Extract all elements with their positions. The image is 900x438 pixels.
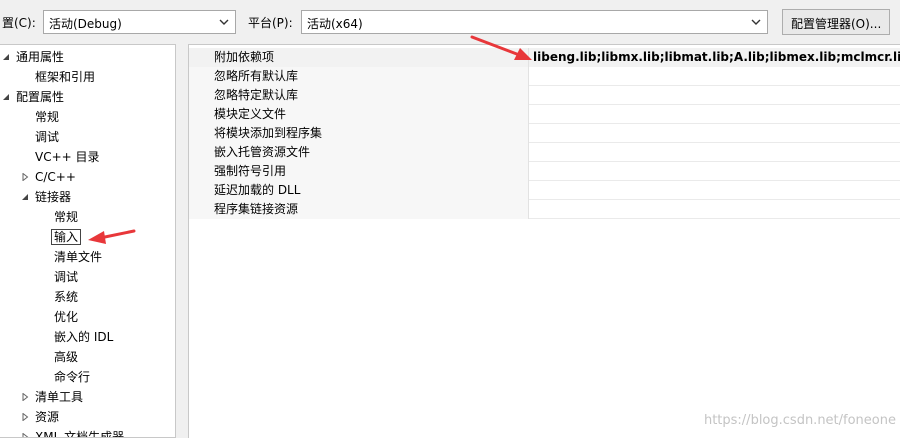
grid-row-embed-managed-resource-file[interactable]: 嵌入托管资源文件 bbox=[189, 143, 900, 162]
configuration-manager-button[interactable]: 配置管理器(O)... bbox=[782, 9, 890, 35]
tree-item-command-line[interactable]: 命令行 bbox=[54, 368, 90, 386]
tree-item-linker-debugging[interactable]: 调试 bbox=[54, 268, 78, 286]
annotation-arrow-icon bbox=[88, 229, 136, 244]
tree-item-label: VC++ 目录 bbox=[35, 150, 100, 164]
tree-item-label: 通用属性 bbox=[16, 50, 65, 64]
tree-item-xml-doc-generator[interactable]: XML 文档生成器 bbox=[19, 428, 125, 438]
tree-item-embedded-idl[interactable]: 嵌入的 IDL bbox=[54, 328, 113, 346]
tree-item-general[interactable]: 常规 bbox=[35, 108, 59, 126]
tree-item-label: 资源 bbox=[35, 410, 60, 424]
tree-item-c-cpp[interactable]: C/C++ bbox=[19, 168, 76, 186]
toolbar: 置(C): 活动(Debug) 平台(P): 活动(x64) 配置管理器(O).… bbox=[0, 0, 900, 44]
property-value[interactable] bbox=[529, 105, 900, 124]
tree-item-label: 系统 bbox=[54, 290, 79, 304]
tree-item-label: C/C++ bbox=[35, 170, 76, 184]
tree-item-configuration-properties[interactable]: 配置属性 bbox=[0, 88, 64, 106]
grid-row-force-symbol-references[interactable]: 强制符号引用 bbox=[189, 162, 900, 181]
tree-item-manifest-file[interactable]: 清单文件 bbox=[54, 248, 102, 266]
tree-item-debugging[interactable]: 调试 bbox=[35, 128, 59, 146]
grid-row-additional-dependencies[interactable]: 附加依赖项 libeng.lib;libmx.lib;libmat.lib;A.… bbox=[189, 48, 900, 67]
property-name: 延迟加载的 DLL bbox=[189, 181, 529, 200]
property-value[interactable]: libeng.lib;libmx.lib;libmat.lib;A.lib;li… bbox=[529, 48, 900, 67]
collapsed-triangle-icon[interactable] bbox=[21, 433, 29, 438]
configuration-value: 活动(Debug) bbox=[49, 17, 122, 31]
tree-item-label: 嵌入的 IDL bbox=[54, 330, 114, 344]
tree-item-framework-references[interactable]: 框架和引用 bbox=[35, 68, 95, 86]
tree-item-label: 清单文件 bbox=[54, 250, 103, 264]
tree-item-linker[interactable]: 链接器 bbox=[19, 188, 71, 206]
tree-item-label: 清单工具 bbox=[35, 390, 84, 404]
chevron-down-icon bbox=[219, 19, 229, 25]
expanded-triangle-icon[interactable] bbox=[21, 193, 29, 201]
property-grid: 附加依赖项 libeng.lib;libmx.lib;libmat.lib;A.… bbox=[188, 44, 900, 438]
property-value[interactable] bbox=[529, 162, 900, 181]
tree-item-label-selected: 输入 bbox=[50, 229, 82, 245]
property-name: 强制符号引用 bbox=[189, 162, 529, 181]
platform-label: 平台(P): bbox=[248, 16, 293, 30]
annotation-arrow-icon bbox=[470, 35, 532, 60]
property-name: 将模块添加到程序集 bbox=[189, 124, 529, 143]
tree-item-label: 优化 bbox=[54, 310, 79, 324]
tree-item-label: 调试 bbox=[35, 130, 60, 144]
tree-item-resources[interactable]: 资源 bbox=[19, 408, 59, 426]
tree-item-advanced[interactable]: 高级 bbox=[54, 348, 78, 366]
property-value[interactable] bbox=[529, 200, 900, 219]
tree-item-label: 高级 bbox=[54, 350, 79, 364]
chevron-down-icon bbox=[751, 19, 761, 25]
tree-item-label: 调试 bbox=[54, 270, 79, 284]
tree-item-label: 常规 bbox=[54, 210, 79, 224]
property-name: 忽略特定默认库 bbox=[189, 86, 529, 105]
tree-item-label: XML 文档生成器 bbox=[35, 430, 125, 438]
collapsed-triangle-icon[interactable] bbox=[21, 173, 29, 181]
collapsed-triangle-icon[interactable] bbox=[21, 393, 29, 401]
tree-item-common-properties[interactable]: 通用属性 bbox=[0, 48, 64, 66]
tree-item-optimization[interactable]: 优化 bbox=[54, 308, 78, 326]
configuration-label: 置(C): bbox=[2, 16, 36, 30]
property-name: 嵌入托管资源文件 bbox=[189, 143, 529, 162]
grid-row-add-module-to-assembly[interactable]: 将模块添加到程序集 bbox=[189, 124, 900, 143]
expanded-triangle-icon[interactable] bbox=[2, 93, 10, 101]
tree-item-manifest-tool[interactable]: 清单工具 bbox=[19, 388, 83, 406]
tree-item-label: 配置属性 bbox=[16, 90, 65, 104]
configuration-dropdown[interactable]: 活动(Debug) bbox=[43, 10, 236, 34]
expanded-triangle-icon[interactable] bbox=[2, 53, 10, 61]
watermark-url: https://blog.csdn.net/foneone bbox=[703, 413, 896, 428]
collapsed-triangle-icon[interactable] bbox=[21, 413, 29, 421]
platform-dropdown[interactable]: 活动(x64) bbox=[301, 10, 768, 34]
property-value[interactable] bbox=[529, 67, 900, 86]
property-value[interactable] bbox=[529, 124, 900, 143]
property-name: 模块定义文件 bbox=[189, 105, 529, 124]
tree-item-label: 命令行 bbox=[54, 370, 91, 384]
tree-item-label: 框架和引用 bbox=[35, 70, 96, 84]
property-value[interactable] bbox=[529, 143, 900, 162]
tree-item-linker-general[interactable]: 常规 bbox=[54, 208, 78, 226]
tree-item-linker-input[interactable]: 输入 bbox=[50, 228, 82, 246]
tree-item-system[interactable]: 系统 bbox=[54, 288, 78, 306]
platform-value: 活动(x64) bbox=[307, 17, 363, 31]
tree-item-vc-directories[interactable]: VC++ 目录 bbox=[35, 148, 100, 166]
property-value[interactable] bbox=[529, 86, 900, 105]
grid-row-module-definition-file[interactable]: 模块定义文件 bbox=[189, 105, 900, 124]
property-value[interactable] bbox=[529, 181, 900, 200]
tree-item-label: 链接器 bbox=[35, 190, 72, 204]
grid-row-ignore-all-default-libraries[interactable]: 忽略所有默认库 bbox=[189, 67, 900, 86]
property-name: 忽略所有默认库 bbox=[189, 67, 529, 86]
property-name: 程序集链接资源 bbox=[189, 200, 529, 219]
tree-item-label: 常规 bbox=[35, 110, 60, 124]
grid-row-delay-loaded-dlls[interactable]: 延迟加载的 DLL bbox=[189, 181, 900, 200]
grid-row-ignore-specific-default-libraries[interactable]: 忽略特定默认库 bbox=[189, 86, 900, 105]
grid-row-assembly-link-resource[interactable]: 程序集链接资源 bbox=[189, 200, 900, 219]
